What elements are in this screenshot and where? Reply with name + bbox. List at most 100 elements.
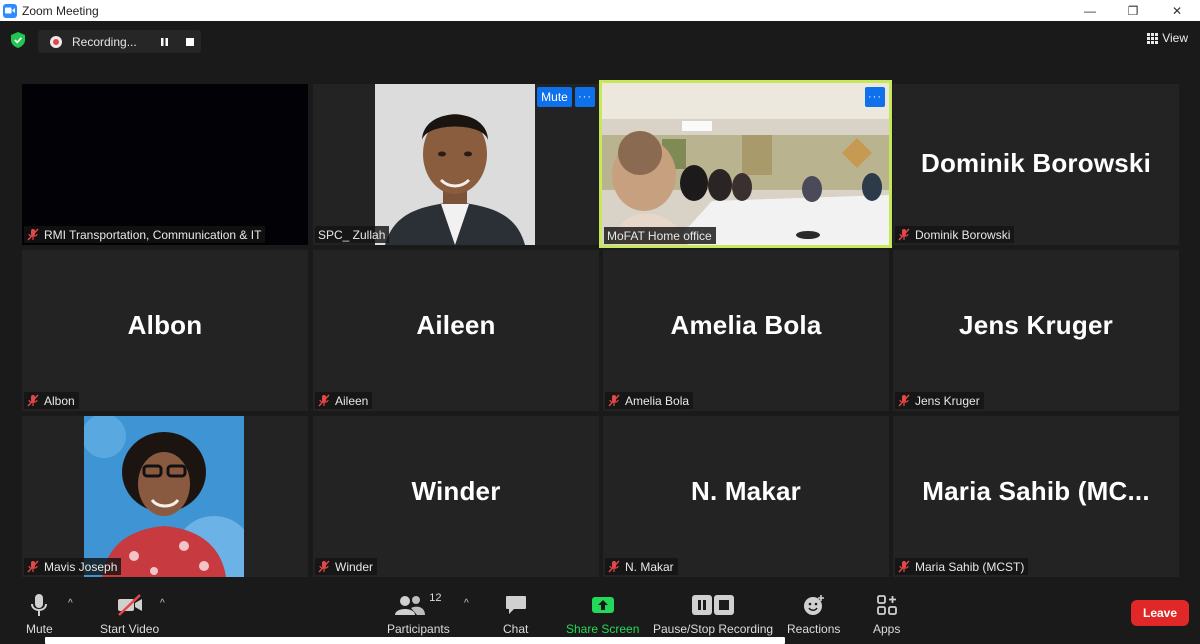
share-screen-icon — [591, 597, 614, 613]
chat-button[interactable]: Chat — [503, 592, 528, 636]
tile-mute-button[interactable]: Mute — [537, 87, 572, 107]
video-options-caret-icon[interactable]: ^ — [160, 598, 165, 609]
mic-muted-icon — [608, 560, 620, 573]
participant-name: Maria Sahib (MCST) — [915, 559, 1025, 574]
participant-name-label: N. Makar — [605, 558, 678, 575]
chat-icon — [505, 596, 526, 614]
share-screen-label: Share Screen — [566, 622, 640, 636]
participant-name: Mavis Joseph — [44, 559, 118, 574]
view-button[interactable]: View — [1147, 31, 1188, 45]
participant-name: RMI Transportation, Communication & IT — [44, 227, 262, 242]
participant-video-image — [602, 83, 889, 245]
participants-count: 12 — [429, 592, 442, 604]
participants-button[interactable]: 12 Participants — [387, 592, 450, 636]
pause-recording-button[interactable] — [154, 30, 174, 53]
participant-name-label: Mavis Joseph — [24, 558, 122, 575]
participant-name: MoFAT Home office — [607, 228, 712, 243]
mic-muted-icon — [898, 394, 910, 407]
participant-big-name: Aileen — [416, 310, 496, 340]
stop-recording-button[interactable] — [180, 30, 200, 53]
microphone-icon — [31, 594, 48, 616]
participant-name: SPC_ Zullah — [318, 227, 386, 242]
participant-name: N. Makar — [625, 559, 674, 574]
participant-name-label: SPC_ Zullah — [315, 226, 390, 243]
mute-label: Mute — [26, 622, 53, 636]
mic-muted-icon — [318, 394, 330, 407]
video-tile-mavis-joseph[interactable]: Mavis Joseph — [22, 416, 308, 577]
leave-meeting-button[interactable]: Leave — [1131, 600, 1189, 626]
participant-name: Jens Kruger — [915, 393, 980, 408]
participant-big-name: N. Makar — [691, 476, 801, 506]
video-tile-winder[interactable]: Winder Winder — [313, 416, 599, 577]
maximize-button[interactable]: ❐ — [1110, 0, 1156, 21]
video-tile-albon[interactable]: Albon Albon — [22, 250, 308, 411]
window-title: Zoom Meeting — [22, 3, 99, 18]
reactions-label: Reactions — [787, 622, 841, 636]
participant-name-label: Winder — [315, 558, 378, 575]
participants-options-caret-icon[interactable]: ^ — [464, 598, 469, 609]
video-tile-aileen[interactable]: Aileen Aileen — [313, 250, 599, 411]
audio-options-caret-icon[interactable]: ^ — [68, 598, 73, 609]
apps-icon — [876, 595, 897, 615]
pause-icon — [160, 37, 168, 46]
participant-name-label: RMI Transportation, Communication & IT — [24, 226, 266, 243]
recording-status: Recording... — [72, 34, 137, 49]
mic-muted-icon — [898, 228, 910, 241]
participant-big-name: Maria Sahib (MC... — [922, 476, 1150, 506]
share-screen-button[interactable]: Share Screen — [566, 592, 639, 636]
video-tile-spc-zullah[interactable]: Mute ··· SPC_ Zullah — [313, 84, 599, 245]
tile-more-button[interactable]: ··· — [865, 87, 885, 107]
pause-stop-recording-button[interactable]: Pause/Stop Recording — [653, 592, 773, 636]
participant-video-image — [375, 84, 535, 245]
mute-button[interactable]: Mute — [26, 592, 53, 636]
participants-icon — [395, 596, 426, 615]
video-tile-dominik-borowski[interactable]: Dominik Borowski Dominik Borowski — [893, 84, 1179, 245]
reactions-button[interactable]: Reactions — [787, 592, 840, 636]
apps-button[interactable]: Apps — [873, 592, 900, 636]
meeting-topbar: Recording... View — [0, 21, 1200, 61]
video-tile-rmi[interactable]: RMI Transportation, Communication & IT — [22, 84, 308, 245]
taskbar-edge — [45, 637, 785, 644]
minimize-button[interactable]: — — [1067, 0, 1113, 21]
encryption-shield-icon[interactable] — [11, 32, 25, 48]
participant-name-label: Albon — [24, 392, 79, 409]
participant-big-name: Winder — [411, 476, 501, 506]
participant-big-name: Dominik Borowski — [920, 148, 1151, 178]
participant-name-label: Aileen — [315, 392, 373, 409]
mic-muted-icon — [608, 394, 620, 407]
tile-more-button[interactable]: ··· — [575, 87, 595, 107]
participant-video-image — [84, 416, 244, 577]
close-button[interactable]: ✕ — [1154, 0, 1200, 21]
participant-name: Albon — [44, 393, 75, 408]
participant-name: Winder — [335, 559, 374, 574]
recording-dot-icon — [50, 35, 62, 48]
participant-name-label: Dominik Borowski — [895, 226, 1015, 243]
pause-stop-recording-label: Pause/Stop Recording — [653, 622, 774, 636]
video-tile-n-makar[interactable]: N. Makar N. Makar — [603, 416, 889, 577]
zoom-app-icon — [3, 3, 17, 18]
pause-stop-recording-icon — [692, 595, 735, 615]
video-tile-jens-kruger[interactable]: Jens Kruger Jens Kruger — [893, 250, 1179, 411]
participant-name-label: Amelia Bola — [605, 392, 694, 409]
mic-muted-icon — [27, 394, 39, 407]
meeting-toolbar: Mute ^ Start Video ^ 12 Participants ^ C… — [0, 584, 1200, 644]
reactions-smiley-icon — [803, 595, 824, 615]
participants-label: Participants — [387, 622, 450, 636]
participant-name-label: Maria Sahib (MCST) — [895, 558, 1029, 575]
video-off-icon — [117, 594, 142, 616]
participant-big-name: Albon — [127, 310, 203, 340]
video-tile-mofat-active-speaker[interactable]: ··· MoFAT Home office — [599, 80, 892, 248]
participant-name: Aileen — [335, 393, 369, 408]
start-video-button[interactable]: Start Video — [100, 592, 159, 636]
grid-view-icon — [1147, 33, 1159, 44]
window-titlebar: Zoom Meeting — ❐ ✕ — [0, 0, 1200, 21]
chat-label: Chat — [503, 622, 529, 636]
video-tile-maria-sahib[interactable]: Maria Sahib (MC... Maria Sahib (MCST) — [893, 416, 1179, 577]
participant-name-label: Jens Kruger — [895, 392, 984, 409]
view-label: View — [1162, 31, 1188, 45]
recording-indicator: Recording... — [38, 30, 201, 53]
participant-big-name: Jens Kruger — [959, 310, 1113, 340]
mic-muted-icon — [898, 560, 910, 573]
video-tile-amelia-bola[interactable]: Amelia Bola Amelia Bola — [603, 250, 889, 411]
mic-muted-icon — [27, 228, 39, 241]
